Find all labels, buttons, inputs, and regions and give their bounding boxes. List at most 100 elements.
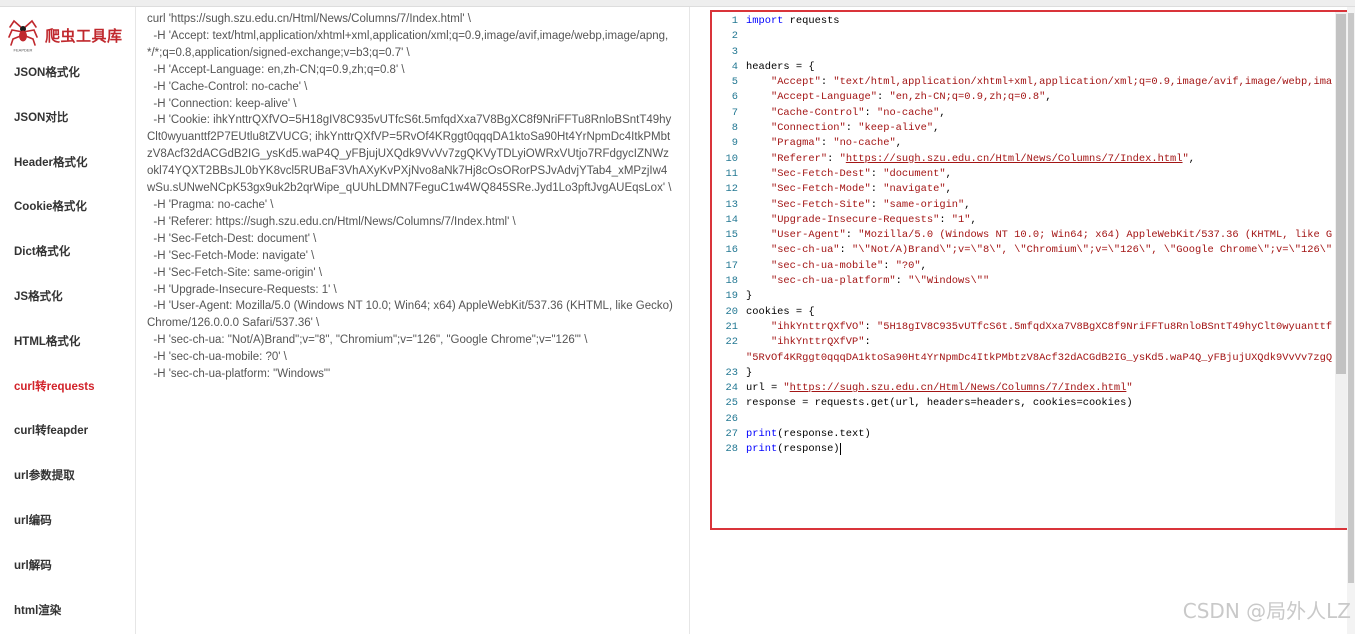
sidebar-item[interactable]: url参数提取: [0, 454, 135, 499]
code-line: 13 "Sec-Fetch-Site": "same-origin",: [712, 198, 1332, 213]
code-line: 4 headers = {: [712, 60, 1332, 75]
code-line: "5RvOf4KRggt0qqqDA1ktoSa90Ht4YrNpmDc4Itk…: [712, 351, 1332, 366]
code-text: :: [864, 320, 877, 333]
code-line: 25 response = requests.get(url, headers=h…: [712, 396, 1332, 411]
code-line: 17 "sec-ch-ua-mobile": "?0",: [712, 259, 1332, 274]
sidebar-item[interactable]: JSON对比: [0, 96, 135, 141]
app-title: 爬虫工具库: [45, 28, 123, 45]
sidebar-item[interactable]: HTML格式化: [0, 320, 135, 365]
line-number: 22: [725, 336, 738, 349]
code-string: "\"Not/A)Brand\";v=\"8\", \"Chromium\";v…: [852, 244, 1332, 257]
line-number: 23: [725, 366, 738, 379]
code-link[interactable]: https://sugh.szu.edu.cn/Html/News/Column…: [790, 382, 1127, 394]
sidebar-nav: JSON格式化 JSON对比 Header格式化 Cookie格式化 Dict格式化 JS…: [0, 51, 135, 633]
code-string: "5H18gIV8C935vUTfcS6t.5mfqdXxa7V8BgXC8f9…: [876, 320, 1332, 333]
code-text: :: [883, 259, 896, 272]
code-link[interactable]: https://sugh.szu.edu.cn/Html/News/Column…: [846, 153, 1183, 165]
line-number: 1: [731, 15, 738, 27]
code-line: 27 print(response.text): [712, 427, 1332, 442]
code-text: :: [870, 167, 884, 180]
curl-input[interactable]: curl 'https://sugh.szu.edu.cn/Html/News/…: [147, 11, 675, 626]
sidebar-item[interactable]: url解码: [0, 544, 135, 589]
line-number: 20: [725, 305, 738, 318]
code-scrollbar[interactable]: [1335, 12, 1347, 528]
sidebar: FEAPDER 爬虫工具库 JSON格式化 JSON对比 Header格式化 Cook…: [0, 7, 136, 634]
code-output-panel[interactable]: 1 import requests 2 3 4 headers = {5 "Accept"…: [710, 10, 1349, 530]
line-number: 12: [725, 183, 738, 196]
line-number: 17: [725, 259, 738, 272]
code-text: :: [845, 229, 859, 242]
line-number: 6: [731, 91, 738, 104]
code-editor[interactable]: 1 import requests 2 3 4 headers = {5 "Accept"…: [712, 14, 1332, 458]
code-string: "no-cache": [876, 106, 940, 119]
line-number: 21: [725, 320, 738, 333]
code-string: "?0": [895, 259, 921, 272]
code-string: "Accept": [770, 76, 821, 89]
page-scrollbar[interactable]: [1347, 7, 1355, 634]
code-string: "same-origin": [883, 198, 965, 211]
code-string: "ihkYnttrQXfVO": [770, 320, 865, 333]
line-number: 25: [725, 397, 738, 410]
sidebar-item[interactable]: JS格式化: [0, 275, 135, 320]
sidebar-item[interactable]: html渲染: [0, 589, 135, 634]
code-text: url =: [746, 382, 784, 395]
code-text: ,: [945, 167, 952, 180]
code-scrollbar-thumb[interactable]: [1336, 14, 1346, 374]
line-number: 14: [725, 213, 738, 226]
code-text: :: [827, 152, 840, 165]
sidebar-item[interactable]: curl转requests: [0, 365, 135, 410]
code-keyword: print: [746, 443, 778, 456]
code-line: 24 url = "https://sugh.szu.edu.cn/Html/Ne…: [712, 381, 1332, 396]
sidebar-item[interactable]: Header格式化: [0, 141, 135, 186]
code-text: :: [820, 76, 834, 89]
sidebar-item[interactable]: Cookie格式化: [0, 185, 135, 230]
brand[interactable]: FEAPDER 爬虫工具库: [8, 15, 132, 55]
code-text: :: [820, 137, 834, 150]
code-line: 2: [712, 29, 1332, 44]
code-line: 18 "sec-ch-ua-platform": "\"Windows\"": [712, 274, 1332, 289]
code-string: "Sec-Fetch-Dest": [770, 167, 871, 180]
code-line: 10 "Referer": "https://sugh.szu.edu.cn/H…: [712, 152, 1332, 167]
code-string: "Sec-Fetch-Mode": [770, 183, 871, 196]
page-scrollbar-thumb[interactable]: [1348, 13, 1354, 583]
line-number: 2: [731, 30, 738, 43]
line-number: 16: [725, 244, 738, 257]
line-number: 19: [725, 290, 738, 303]
code-string: "sec-ch-ua": [770, 244, 840, 257]
sidebar-item[interactable]: curl转feapder: [0, 409, 135, 454]
code-string: "Sec-Fetch-Site": [770, 198, 871, 211]
sidebar-item[interactable]: JSON格式化: [0, 51, 135, 96]
code-string: "User-Agent": [770, 229, 846, 242]
code-string: "Cache-Control": [770, 106, 865, 119]
code-line: 1 import requests: [712, 14, 1332, 29]
code-text: }: [746, 290, 753, 303]
line-number: 28: [725, 443, 738, 456]
code-string: "sec-ch-ua-platform": [770, 275, 896, 288]
code-text: :: [870, 183, 884, 196]
code-text: :: [845, 122, 859, 135]
sidebar-item[interactable]: Dict格式化: [0, 230, 135, 275]
line-number: 7: [731, 106, 738, 119]
code-text: ,: [970, 213, 977, 226]
spider-logo-icon: FEAPDER: [8, 19, 38, 53]
line-number: 13: [725, 198, 738, 211]
code-text: (response.text): [777, 428, 871, 441]
code-line: 3: [712, 45, 1332, 60]
code-string: "Connection": [770, 122, 846, 135]
code-string: "Mozilla/5.0 (Windows NT 10.0; Win64; x6…: [858, 229, 1332, 242]
code-text: ,: [1188, 152, 1196, 165]
curl-input-pane[interactable]: curl 'https://sugh.szu.edu.cn/Html/News/…: [136, 7, 690, 634]
code-text: :: [839, 244, 853, 257]
sidebar-item[interactable]: url编码: [0, 499, 135, 544]
line-number: 10: [725, 152, 738, 165]
code-text: (response): [777, 443, 840, 456]
